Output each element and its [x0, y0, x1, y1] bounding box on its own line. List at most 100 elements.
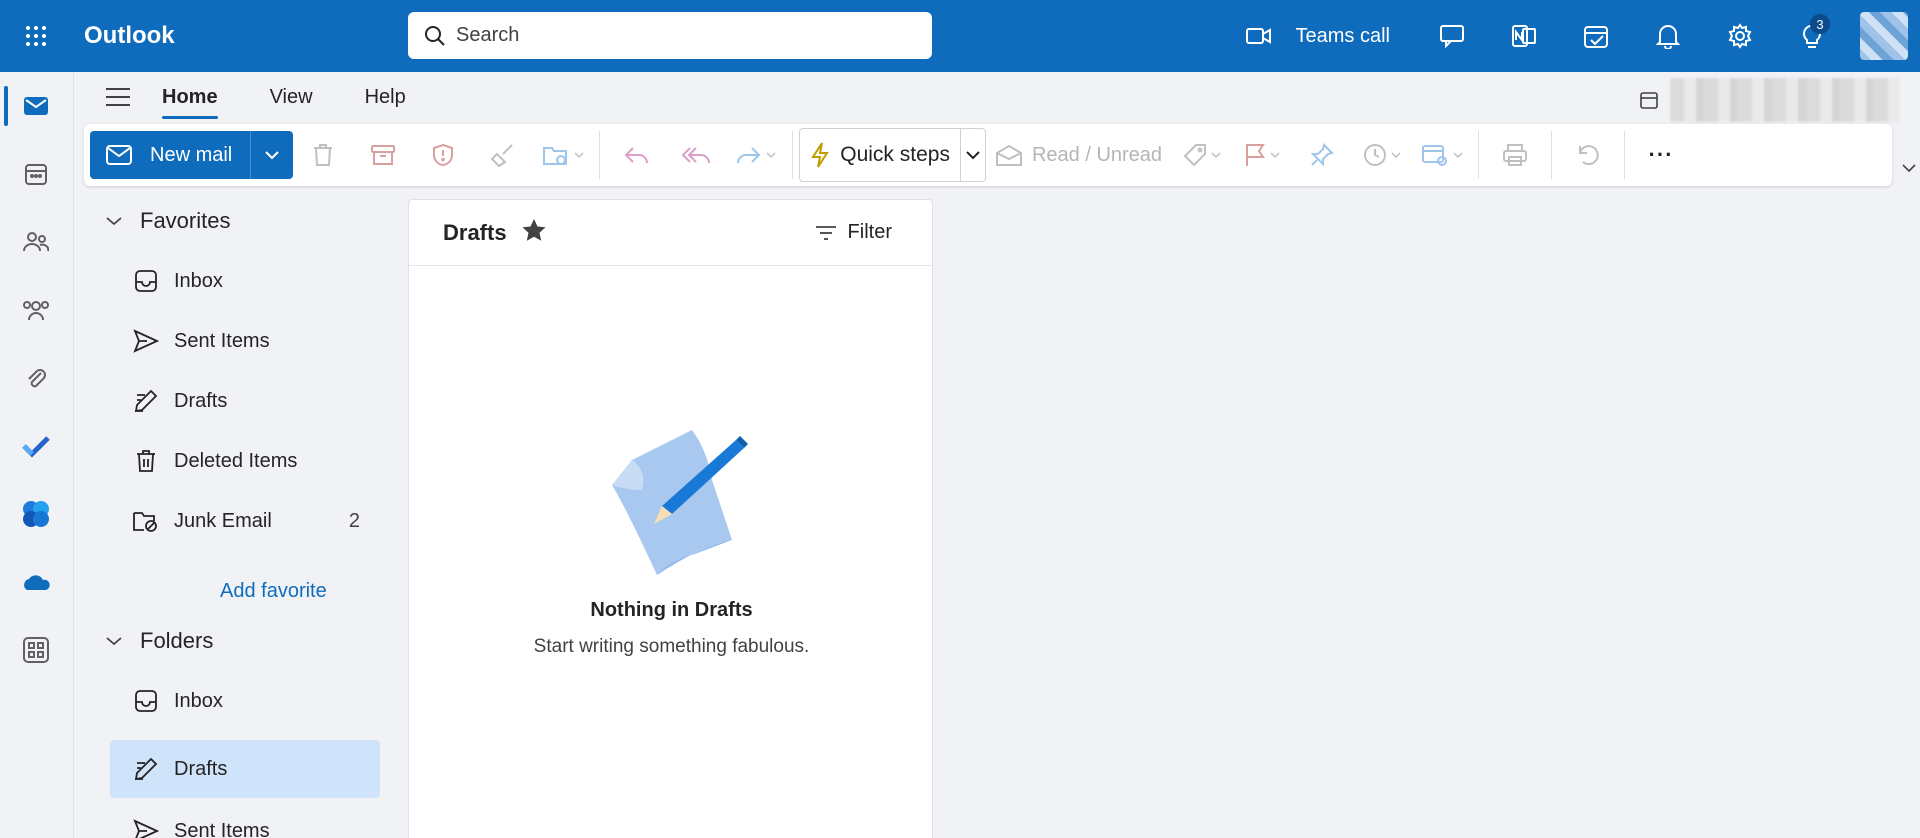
archive-icon — [371, 145, 396, 165]
filter-button[interactable]: Filter — [814, 221, 892, 244]
new-mail-button[interactable]: New mail — [90, 131, 252, 179]
quick-steps-dropdown[interactable] — [961, 150, 985, 160]
forward-button[interactable] — [730, 131, 782, 179]
broom-icon — [490, 144, 513, 167]
reply-all-button[interactable] — [670, 131, 722, 179]
rail-files[interactable] — [0, 348, 72, 408]
favorite-item-label: Drafts — [174, 389, 228, 412]
tab-home[interactable]: Home — [162, 78, 218, 119]
shield-icon — [433, 143, 454, 167]
hamburger-button[interactable] — [74, 87, 162, 107]
report-button[interactable] — [417, 131, 469, 179]
rail-groups[interactable] — [0, 280, 72, 340]
undo-button[interactable] — [1562, 131, 1614, 179]
snooze-button[interactable] — [1356, 131, 1408, 179]
favorite-star-button[interactable] — [521, 218, 547, 247]
more-options-button[interactable]: ··· — [1635, 131, 1687, 179]
video-camera-icon — [1245, 28, 1271, 44]
read-unread-button[interactable]: Read / Unread — [986, 144, 1172, 167]
search-input[interactable] — [456, 24, 896, 47]
rail-people[interactable] — [0, 212, 72, 272]
reply-icon — [624, 147, 649, 164]
pencil-icon — [118, 389, 174, 413]
settings-button[interactable] — [1704, 0, 1776, 72]
favorite-item-junk-email[interactable]: Junk Email 2 — [110, 492, 380, 550]
rail-calendar[interactable] — [0, 144, 72, 204]
people-icon — [23, 232, 49, 252]
favorite-item-deleted-items[interactable]: Deleted Items — [110, 432, 380, 490]
my-day-button[interactable] — [1560, 0, 1632, 72]
new-mail-label: New mail — [150, 143, 233, 166]
onenote-icon — [1512, 25, 1536, 47]
empty-state-title: Nothing in Drafts — [590, 599, 753, 621]
rail-more-apps[interactable] — [0, 620, 72, 680]
favorite-item-sent-items[interactable]: Sent Items — [110, 312, 380, 370]
paperclip-icon — [28, 369, 46, 388]
toolbar-divider — [599, 131, 601, 179]
rail-mail[interactable] — [0, 76, 72, 136]
folder-move-icon — [543, 147, 568, 165]
top-bar: Outlook Teams call — [0, 0, 1920, 72]
folder-item-drafts[interactable]: Drafts — [110, 740, 380, 798]
microsoft365-icon — [23, 501, 49, 527]
rules-button[interactable] — [1416, 131, 1468, 179]
rail-microsoft365[interactable] — [0, 484, 72, 544]
favorite-item-inbox[interactable]: Inbox — [110, 252, 380, 310]
favorite-item-label: Inbox — [174, 269, 223, 292]
move-to-button[interactable] — [537, 131, 589, 179]
folder-item-sent-items[interactable]: Sent Items — [110, 802, 380, 838]
ribbon-expand-button[interactable] — [1902, 160, 1916, 178]
chat-icon — [1440, 25, 1464, 48]
folder-pane: Favorites Inbox Sent Items Drafts Delete… — [74, 190, 408, 838]
rail-onedrive[interactable] — [0, 552, 72, 612]
sweep-button[interactable] — [477, 131, 529, 179]
flag-button[interactable] — [1236, 131, 1288, 179]
toolbar-divider — [1478, 131, 1480, 179]
upcoming-event[interactable] — [1640, 78, 1900, 122]
teams-call-button[interactable]: Teams call — [1245, 25, 1390, 48]
tab-view[interactable]: View — [270, 78, 313, 117]
tips-button[interactable]: 3 — [1776, 0, 1848, 72]
trash-icon — [118, 449, 174, 473]
chevron-down-icon — [574, 152, 584, 159]
tag-icon — [1183, 144, 1207, 167]
folders-header[interactable]: Folders — [74, 616, 213, 666]
hamburger-icon — [106, 88, 130, 106]
filter-label: Filter — [847, 221, 892, 243]
onenote-button[interactable] — [1488, 0, 1560, 72]
avatar[interactable] — [1860, 12, 1908, 60]
reply-button[interactable] — [610, 131, 662, 179]
app-title[interactable]: Outlook — [84, 22, 410, 50]
search-box[interactable] — [408, 12, 932, 59]
delete-button[interactable] — [297, 131, 349, 179]
chevron-down-icon — [74, 216, 140, 226]
archive-button[interactable] — [357, 131, 409, 179]
folder-item-label: Inbox — [174, 689, 223, 712]
categorize-button[interactable] — [1176, 131, 1228, 179]
rail-todo[interactable] — [0, 416, 72, 476]
app-launcher-button[interactable] — [0, 0, 72, 72]
pin-button[interactable] — [1296, 131, 1348, 179]
mail-icon — [24, 97, 48, 115]
junk-folder-icon — [118, 509, 174, 533]
add-favorite-link[interactable]: Add favorite — [220, 580, 327, 603]
send-icon — [118, 329, 174, 353]
quick-steps-button[interactable]: Quick steps — [800, 129, 961, 181]
chat-button[interactable] — [1416, 0, 1488, 72]
read-unread-label: Read / Unread — [1031, 143, 1163, 166]
favorites-header[interactable]: Favorites — [74, 196, 230, 246]
new-mail-dropdown[interactable] — [251, 131, 293, 179]
chevron-down-icon — [1902, 164, 1916, 173]
favorites-label: Favorites — [140, 208, 231, 233]
favorite-item-label: Deleted Items — [174, 449, 298, 472]
folder-item-inbox[interactable]: Inbox — [110, 672, 380, 730]
print-button[interactable] — [1489, 131, 1541, 179]
chevron-down-icon — [1391, 152, 1401, 159]
favorite-item-drafts[interactable]: Drafts — [110, 372, 380, 430]
tab-help[interactable]: Help — [365, 78, 406, 117]
toolbar-divider — [1551, 131, 1553, 179]
new-mail-split-button: New mail — [90, 131, 294, 179]
pin-icon — [1310, 143, 1335, 167]
notifications-button[interactable] — [1632, 0, 1704, 72]
groups-icon — [23, 301, 49, 321]
